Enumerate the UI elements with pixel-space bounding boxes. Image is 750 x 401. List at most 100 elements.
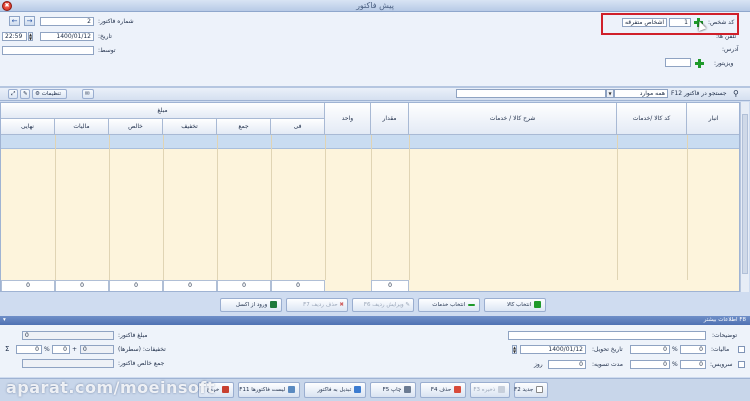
tax-amount-field[interactable]: 0 xyxy=(630,345,670,354)
delete-x-icon: ✖ xyxy=(339,302,344,308)
expand-icon[interactable]: ⤢ xyxy=(8,89,18,99)
net-total-label: جمع خالص فاکتور: xyxy=(118,360,165,367)
column-net[interactable]: خالص xyxy=(109,119,163,135)
print-label: چاپ F5 xyxy=(382,387,402,393)
search-icon[interactable]: ⚲ xyxy=(733,89,739,98)
arrow-right-icon[interactable]: → xyxy=(24,16,35,26)
net-total-field xyxy=(22,359,114,368)
discount-percent-sign: % xyxy=(44,346,50,353)
select-services-button[interactable]: انتخاب خدمات xyxy=(418,298,480,312)
delete-label: حذف F4 xyxy=(430,387,452,393)
printer-icon xyxy=(404,386,411,393)
window-title: پیش فاکتور xyxy=(356,1,394,10)
total-quantity: 0 xyxy=(371,280,409,291)
tax-percent-sign: % xyxy=(672,346,678,353)
save-label: ذخیره F3 xyxy=(473,387,496,393)
grid-line xyxy=(617,135,618,280)
grid-actions: انتخاب کالا انتخاب خدمات ✎ ویرایش ردیف F… xyxy=(0,296,750,314)
search-scope-select[interactable]: همه موارد xyxy=(614,89,668,98)
column-warehouse[interactable]: انبار xyxy=(687,103,739,135)
column-group-amount: مبلغ xyxy=(1,103,325,119)
settlement-label: مدت تسویه: xyxy=(592,361,623,368)
new-label: جدید F2 xyxy=(514,387,534,393)
grid-line xyxy=(55,135,56,280)
delete-row-button[interactable]: ✖ حذف ردیف F7 xyxy=(286,298,348,312)
more-info-bar[interactable]: ▾ F8 اطلاعات بیشتر xyxy=(0,316,750,325)
column-discount[interactable]: تخفیف xyxy=(163,119,217,135)
time-field[interactable]: 22:59 xyxy=(2,32,27,41)
more-info-panel: توضیحات: مالیات: 0 % 0 تاریخ تحویل: 1400… xyxy=(0,325,750,377)
total-price: 0 xyxy=(271,280,325,291)
invoice-amount-field: 0 xyxy=(22,331,114,340)
highlight-box xyxy=(601,13,739,35)
grid-line xyxy=(371,135,372,280)
save-icon xyxy=(498,386,505,393)
arrow-left-icon[interactable]: ← xyxy=(9,16,20,26)
total-tax: 0 xyxy=(55,280,109,291)
time-spinner[interactable]: ▲ ▼ xyxy=(28,32,33,41)
grid-toolbar: ⤢ ✎ ⚙ تنظیمات ✉ ▼ همه موارد جستجو در فاک… xyxy=(0,88,750,101)
visitor-field[interactable] xyxy=(665,58,691,67)
column-final[interactable]: نهایی xyxy=(1,119,55,135)
column-price[interactable]: فی xyxy=(271,119,325,135)
service-label: سرویس: xyxy=(710,361,733,368)
invoice-number-field[interactable]: 2 xyxy=(40,17,94,26)
tax-checkbox[interactable] xyxy=(738,346,745,353)
tax-percent-field[interactable]: 0 xyxy=(680,345,706,354)
select-services-label: انتخاب خدمات xyxy=(432,302,466,308)
discount-amount-field[interactable]: 0 xyxy=(16,345,42,354)
delete-row-label: حذف ردیف F7 xyxy=(303,302,338,308)
column-unit[interactable]: واحد xyxy=(325,103,371,135)
service-percent-field[interactable]: 0 xyxy=(680,360,706,369)
column-quantity[interactable]: مقدار xyxy=(371,103,409,135)
days-label: روز xyxy=(534,361,543,368)
grid-line xyxy=(163,135,164,280)
description-field[interactable] xyxy=(508,331,706,340)
total-net: 0 xyxy=(109,280,163,291)
palette-icon[interactable]: ✎ xyxy=(20,89,30,99)
new-button[interactable]: جدید F2 xyxy=(514,382,548,398)
more-info-title: F8 اطلاعات بیشتر xyxy=(703,317,746,323)
select-goods-button[interactable]: انتخاب کالا xyxy=(484,298,546,312)
by-label: توسط: xyxy=(98,47,116,54)
scrollbar-thumb[interactable] xyxy=(742,114,748,274)
total-final: 0 xyxy=(1,280,55,291)
settlement-field[interactable]: 0 xyxy=(548,360,586,369)
print-button[interactable]: چاپ F5 xyxy=(370,382,416,398)
invoice-list-label: لیست فاکتورها F11 xyxy=(239,387,286,393)
delivery-date-spinner[interactable]: ▲ ▼ xyxy=(512,345,517,354)
settings-button[interactable]: ⚙ تنظیمات xyxy=(32,89,67,99)
sigma-icon[interactable]: Σ xyxy=(5,345,9,353)
description-label: توضیحات: xyxy=(712,332,738,339)
discount-percent-field[interactable]: 0 xyxy=(52,345,70,354)
column-item-code[interactable]: کد کالا /خدمات xyxy=(617,103,687,135)
add-visitor-icon[interactable] xyxy=(695,59,704,68)
import-excel-button[interactable]: ورود از اکسل xyxy=(220,298,282,312)
column-description[interactable]: شرح کالا / خدمات xyxy=(409,103,617,135)
grid-line xyxy=(217,135,218,280)
search-input[interactable] xyxy=(456,89,606,98)
service-checkbox[interactable] xyxy=(738,361,745,368)
chevron-down-icon[interactable]: ▼ xyxy=(606,89,614,98)
close-window-button[interactable]: ✖ xyxy=(2,1,12,11)
date-field[interactable]: 1400/01/12 xyxy=(40,32,94,41)
list-icon xyxy=(288,386,295,393)
invoice-grid[interactable]: انبار کد کالا /خدمات شرح کالا / خدمات مق… xyxy=(0,102,740,292)
collapse-arrow-icon[interactable]: ▾ xyxy=(3,317,6,323)
delete-button[interactable]: حذف F4 xyxy=(420,382,466,398)
invoice-list-button[interactable]: لیست فاکتورها F11 xyxy=(238,382,300,398)
edit-row-button[interactable]: ✎ ویرایش ردیف F6 xyxy=(352,298,414,312)
convert-to-invoice-button[interactable]: تبدیل به فاکتور xyxy=(304,382,366,398)
grid-scrollbar[interactable] xyxy=(740,102,749,292)
save-button[interactable]: ذخیره F3 xyxy=(470,382,510,398)
column-sum[interactable]: جمع xyxy=(217,119,271,135)
discounts-label: تخفیفات: (سطرها) xyxy=(118,346,166,353)
delivery-date-field[interactable]: 1400/01/12 xyxy=(520,345,586,354)
service-amount-field[interactable]: 0 xyxy=(630,360,670,369)
convert-label: تبدیل به فاکتور xyxy=(317,387,352,393)
column-tax[interactable]: مالیات xyxy=(55,119,109,135)
import-excel-label: ورود از اکسل xyxy=(235,302,268,308)
by-field[interactable] xyxy=(2,46,94,55)
search-label: جستجو در فاکتور F12 xyxy=(671,90,727,97)
message-icon[interactable]: ✉ xyxy=(82,89,94,99)
